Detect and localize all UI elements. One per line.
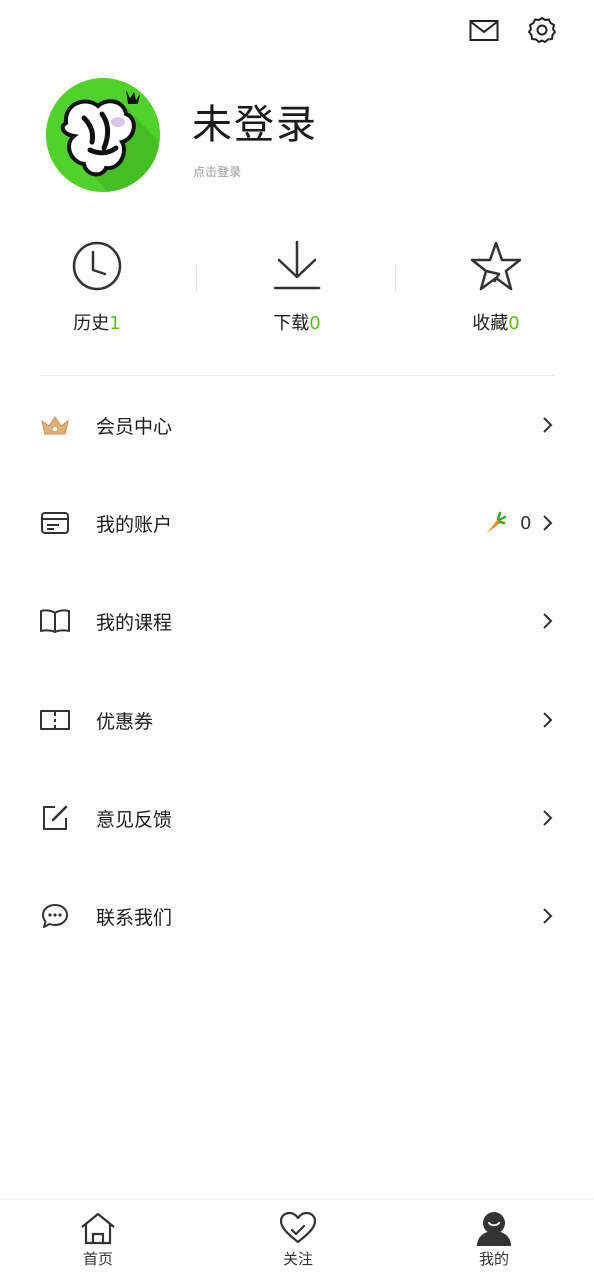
tab-follow-label: 关注 bbox=[282, 1250, 313, 1268]
clock-icon bbox=[72, 241, 122, 291]
chevron-right-icon bbox=[543, 712, 553, 728]
menu-item-label: 我的课程 bbox=[96, 611, 173, 634]
chevron-right-icon bbox=[543, 908, 553, 924]
star-icon bbox=[470, 241, 522, 291]
chevron-right-icon bbox=[543, 515, 553, 531]
gear-icon bbox=[528, 17, 556, 43]
stat-favorites-count: 0 bbox=[508, 313, 520, 334]
download-icon bbox=[273, 240, 321, 290]
stat-history-label: 历史 bbox=[73, 313, 110, 334]
divider bbox=[196, 266, 197, 292]
stat-history[interactable]: 历史1 bbox=[27, 238, 167, 335]
tab-follow[interactable]: 关注 bbox=[248, 1210, 348, 1269]
chevron-right-icon bbox=[543, 810, 553, 826]
home-icon bbox=[81, 1212, 115, 1245]
tab-me[interactable]: 我的 bbox=[444, 1210, 544, 1269]
stat-history-count: 1 bbox=[109, 313, 121, 334]
login-hint[interactable]: 点击登录 bbox=[193, 163, 241, 180]
stat-download-label: 下载 bbox=[273, 313, 310, 334]
menu-item-account[interactable]: 我的账户 0 bbox=[0, 474, 594, 572]
account-balance: 0 bbox=[484, 511, 531, 535]
stat-favorites[interactable]: 收藏0 bbox=[426, 238, 566, 335]
menu-item-label: 会员中心 bbox=[96, 415, 173, 438]
chevron-right-icon bbox=[543, 417, 553, 433]
settings-button[interactable] bbox=[522, 10, 562, 50]
heart-check-icon bbox=[279, 1211, 317, 1244]
edit-icon bbox=[43, 805, 68, 830]
menu-item-label: 联系我们 bbox=[96, 906, 173, 929]
avatar[interactable] bbox=[46, 78, 160, 192]
ticket-icon bbox=[40, 710, 70, 730]
menu-item-label: 意见反馈 bbox=[96, 808, 173, 831]
crown-icon bbox=[41, 416, 69, 435]
menu-item-label: 优惠券 bbox=[96, 710, 154, 733]
username[interactable]: 未登录 bbox=[192, 92, 318, 150]
tab-home[interactable]: 首页 bbox=[48, 1210, 148, 1269]
menu-item-label: 我的账户 bbox=[96, 513, 173, 536]
carrot-icon bbox=[487, 511, 506, 533]
balance-value: 0 bbox=[520, 512, 532, 534]
menu-item-feedback[interactable]: 意见反馈 bbox=[0, 769, 594, 867]
tab-home-label: 首页 bbox=[82, 1250, 113, 1268]
card-icon bbox=[41, 512, 69, 534]
chevron-right-icon bbox=[543, 613, 553, 629]
tab-me-label: 我的 bbox=[478, 1250, 509, 1268]
menu-item-membership[interactable]: 会员中心 bbox=[0, 376, 594, 474]
mail-button[interactable] bbox=[464, 11, 504, 51]
book-icon bbox=[40, 609, 70, 633]
stat-download-count: 0 bbox=[309, 313, 321, 334]
avatar-logo bbox=[46, 78, 160, 192]
chat-icon bbox=[42, 904, 68, 928]
menu-item-contact[interactable]: 联系我们 bbox=[0, 867, 594, 965]
mail-icon bbox=[469, 20, 499, 41]
stat-favorites-label: 收藏 bbox=[472, 313, 509, 334]
menu-item-courses[interactable]: 我的课程 bbox=[0, 572, 594, 670]
stat-download[interactable]: 下载0 bbox=[227, 238, 367, 335]
user-icon bbox=[477, 1212, 511, 1246]
divider bbox=[395, 266, 396, 292]
menu-item-coupons[interactable]: 优惠券 bbox=[0, 671, 594, 769]
